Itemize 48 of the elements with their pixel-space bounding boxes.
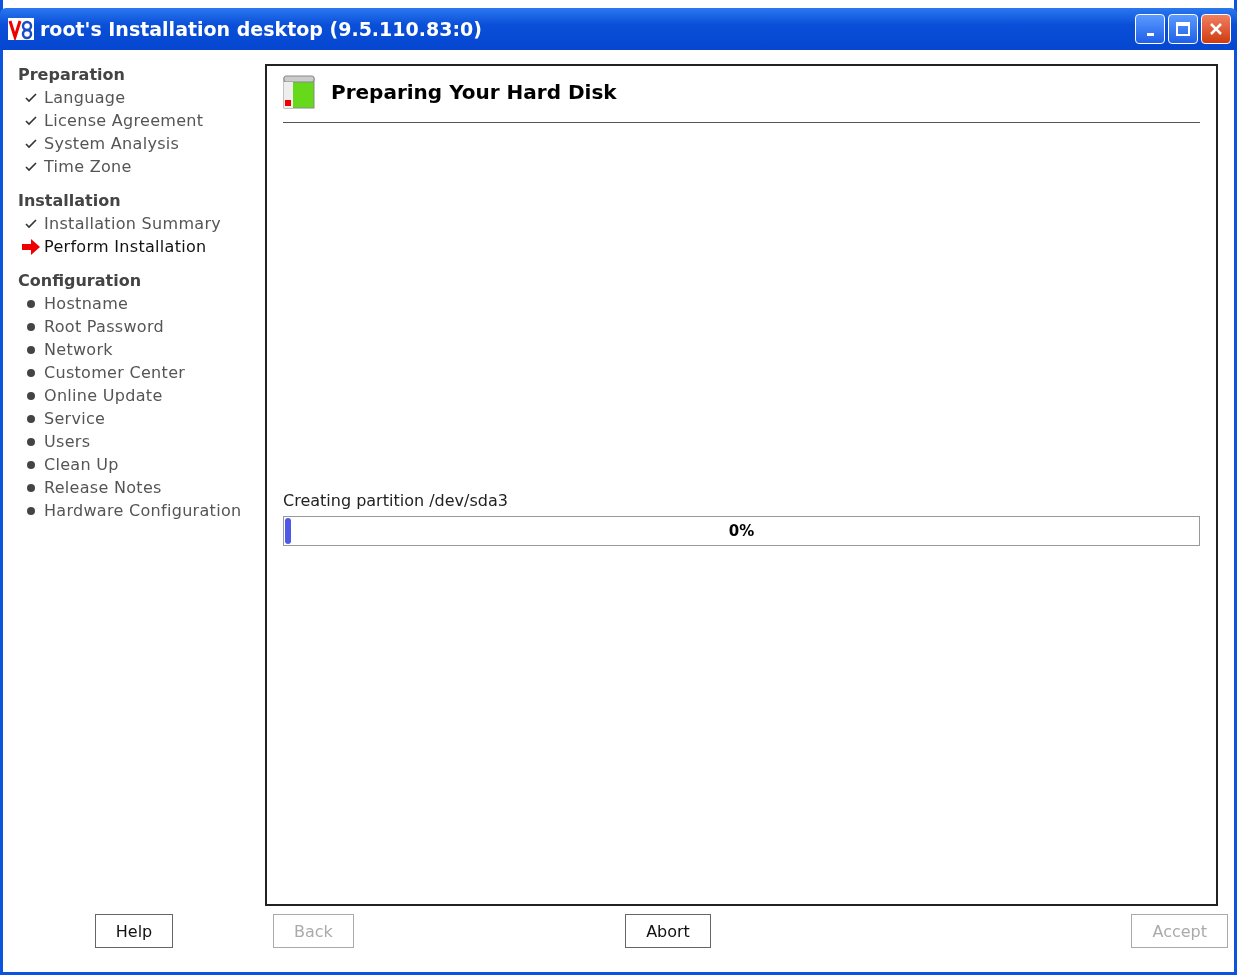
bullet-icon (27, 414, 35, 423)
dialog-button[interactable]: Abort (625, 914, 711, 948)
bullet-icon (27, 322, 35, 331)
step-label: Users (44, 432, 91, 451)
progress-percent: 0% (727, 522, 756, 540)
step-label: Network (44, 340, 113, 359)
bullet-icon (27, 345, 35, 354)
window-title: root's Installation desktop (9.5.110.83:0) (40, 18, 483, 40)
step-label: License Agreement (44, 111, 204, 130)
app-logo-icon (8, 18, 34, 40)
maximize-icon (1176, 22, 1190, 36)
minimize-button[interactable] (1135, 14, 1165, 44)
arrow-icon (22, 238, 40, 255)
step-label: System Analysis (44, 134, 180, 153)
page-heading: Preparing Your Hard Disk (331, 80, 617, 104)
maximize-button[interactable] (1168, 14, 1198, 44)
section-heading: Preparation (18, 64, 126, 86)
progress-label: Creating partition /dev/sda3 (283, 491, 509, 510)
bullet-icon (27, 299, 35, 308)
check-icon (25, 92, 37, 103)
step-label: Online Update (44, 386, 163, 405)
check-icon (25, 218, 37, 229)
minimize-icon (1146, 32, 1154, 36)
section-heading: Configuration (18, 270, 143, 292)
step-label: Release Notes (44, 478, 162, 497)
step-label: Root Password (44, 317, 164, 336)
step-label: Hostname (44, 294, 129, 313)
bullet-icon (27, 506, 35, 515)
step-label: Installation Summary (44, 214, 222, 233)
step-label: Perform Installation (44, 237, 207, 256)
check-icon (25, 161, 37, 172)
close-icon (1209, 22, 1223, 36)
step-label: Hardware Configuration (44, 501, 242, 520)
step-label: Clean Up (44, 455, 119, 474)
check-icon (25, 115, 37, 126)
dialog-button[interactable]: Help (94, 914, 174, 948)
bullet-icon (27, 437, 35, 446)
step-label: Service (44, 409, 106, 428)
bullet-icon (27, 460, 35, 469)
step-label: Time Zone (44, 157, 132, 176)
step-label: Language (44, 88, 126, 107)
bullet-icon (27, 368, 35, 377)
bullet-icon (27, 483, 35, 492)
bullet-icon (27, 391, 35, 400)
close-button[interactable] (1201, 14, 1231, 44)
check-icon (25, 138, 37, 149)
section-heading: Installation (18, 190, 122, 212)
step-label: Customer Center (44, 363, 186, 382)
